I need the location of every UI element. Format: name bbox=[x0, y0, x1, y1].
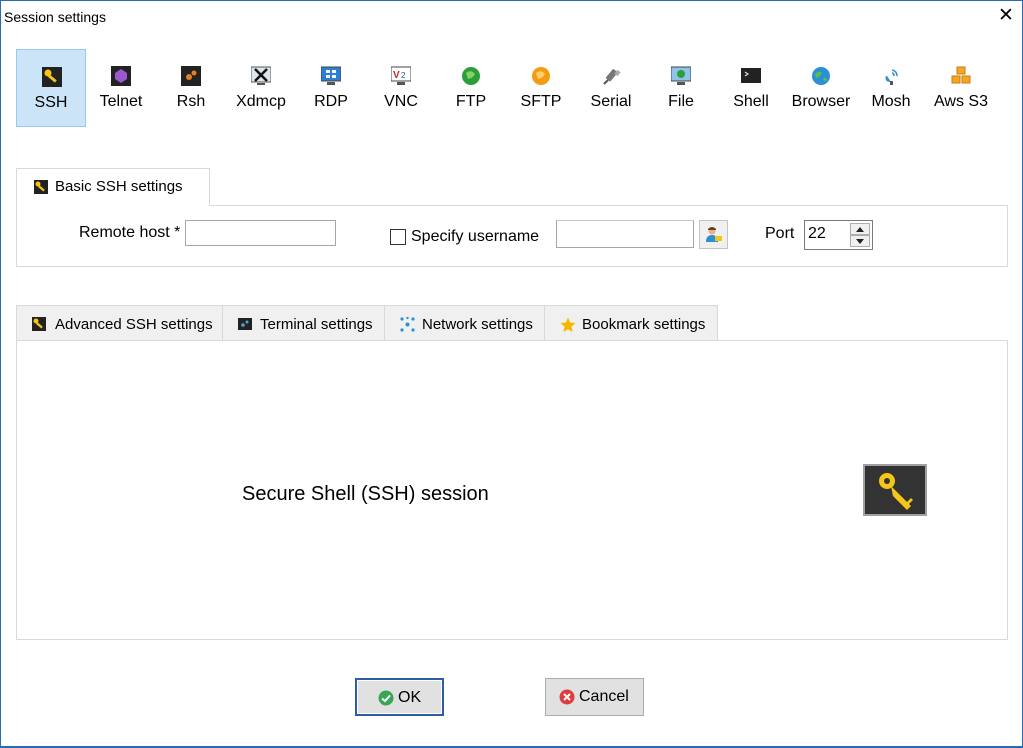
session-type-label: Aws S3 bbox=[934, 93, 988, 110]
rsh-icon bbox=[181, 66, 201, 86]
session-type-label: Rsh bbox=[176, 93, 206, 110]
telnet-icon bbox=[111, 66, 131, 86]
tab-network-settings[interactable]: Network settings bbox=[384, 305, 545, 341]
port-stepper[interactable]: 22 bbox=[804, 220, 873, 250]
session-type-label: Browser bbox=[791, 93, 851, 110]
session-type-label: RDP bbox=[314, 93, 348, 110]
user-icon bbox=[706, 227, 722, 242]
ok-button[interactable]: OK bbox=[355, 678, 444, 716]
close-button[interactable]: ✕ bbox=[996, 6, 1016, 26]
session-type-xdmcp[interactable]: Xdmcp bbox=[226, 49, 296, 127]
session-type-ftp[interactable]: FTP bbox=[436, 49, 506, 127]
session-type-label: FTP bbox=[455, 93, 487, 110]
session-type-vnc[interactable]: V2 VNC bbox=[366, 49, 436, 127]
session-type-file[interactable]: File bbox=[646, 49, 716, 127]
session-type-serial[interactable]: Serial bbox=[576, 49, 646, 127]
svg-text:2: 2 bbox=[401, 71, 406, 80]
session-type-rsh[interactable]: Rsh bbox=[156, 49, 226, 127]
shell-icon bbox=[741, 68, 761, 83]
ok-button-label: OK bbox=[398, 689, 422, 706]
session-type-label: SSH bbox=[34, 94, 68, 111]
star-icon bbox=[560, 317, 576, 332]
port-label: Port bbox=[765, 225, 795, 242]
session-type-label: Telnet bbox=[99, 93, 143, 110]
tab-label: Basic SSH settings bbox=[55, 178, 183, 195]
ftp-icon bbox=[462, 67, 480, 85]
session-type-sftp[interactable]: SFTP bbox=[506, 49, 576, 127]
session-description: Secure Shell (SSH) session bbox=[242, 483, 489, 505]
user-picker-button[interactable] bbox=[699, 220, 728, 249]
session-type-label: Serial bbox=[590, 93, 632, 110]
session-type-label: Mosh bbox=[871, 93, 911, 110]
arrow-down-icon bbox=[856, 239, 864, 244]
aws-s3-icon bbox=[951, 66, 971, 84]
specify-username-checkbox[interactable] bbox=[390, 229, 406, 245]
vnc-icon: V2 bbox=[391, 66, 411, 85]
session-type-label: Xdmcp bbox=[236, 93, 286, 110]
tab-label: Terminal settings bbox=[260, 316, 373, 333]
tab-advanced-ssh-settings[interactable]: Advanced SSH settings bbox=[16, 305, 223, 341]
xdmcp-icon bbox=[251, 66, 271, 85]
file-icon bbox=[671, 66, 691, 85]
cancel-button-label: Cancel bbox=[579, 688, 629, 705]
browser-icon bbox=[812, 67, 830, 85]
username-input[interactable] bbox=[556, 220, 694, 248]
port-decrement-button[interactable] bbox=[850, 235, 870, 247]
ssh-key-icon bbox=[34, 180, 48, 194]
rdp-icon bbox=[321, 66, 341, 85]
session-type-ssh[interactable]: SSH bbox=[16, 49, 86, 127]
cancel-button[interactable]: Cancel bbox=[545, 678, 644, 716]
mosh-icon bbox=[885, 69, 898, 85]
session-type-label: Shell bbox=[733, 93, 769, 110]
ssh-key-icon bbox=[42, 67, 62, 87]
key-icon bbox=[879, 473, 913, 510]
session-type-label: File bbox=[668, 93, 694, 110]
session-type-telnet[interactable]: Telnet bbox=[86, 49, 156, 127]
svg-text:V: V bbox=[393, 70, 400, 81]
tab-label: Network settings bbox=[422, 316, 533, 333]
tab-terminal-settings[interactable]: Terminal settings bbox=[222, 305, 385, 341]
session-type-label: SFTP bbox=[520, 93, 562, 110]
settings-panel bbox=[16, 340, 1008, 640]
arrow-up-icon bbox=[856, 227, 864, 232]
network-icon bbox=[400, 317, 415, 332]
tab-bookmark-settings[interactable]: Bookmark settings bbox=[544, 305, 718, 341]
session-type-browser[interactable]: Browser bbox=[786, 49, 856, 127]
session-type-shell[interactable]: Shell bbox=[716, 49, 786, 127]
terminal-icon bbox=[238, 318, 252, 330]
session-type-rdp[interactable]: RDP bbox=[296, 49, 366, 127]
port-increment-button[interactable] bbox=[850, 223, 870, 235]
tab-basic-ssh-settings[interactable]: Basic SSH settings bbox=[16, 168, 210, 206]
session-type-badge bbox=[863, 464, 927, 516]
sftp-icon bbox=[532, 67, 550, 85]
specify-username-label[interactable]: Specify username bbox=[411, 228, 539, 246]
serial-icon bbox=[603, 69, 621, 85]
session-type-mosh[interactable]: Mosh bbox=[856, 49, 926, 127]
tab-label: Bookmark settings bbox=[582, 316, 706, 333]
remote-host-input[interactable] bbox=[185, 220, 336, 246]
session-type-aws-s3[interactable]: Aws S3 bbox=[926, 49, 996, 127]
checkmark-icon bbox=[378, 690, 394, 706]
window-title: Session settings bbox=[4, 9, 106, 25]
port-value[interactable]: 22 bbox=[808, 225, 826, 243]
tab-label: Advanced SSH settings bbox=[55, 316, 213, 333]
cancel-icon bbox=[559, 689, 575, 705]
session-type-label: VNC bbox=[384, 93, 418, 110]
ssh-key-icon bbox=[32, 317, 46, 331]
remote-host-label: Remote host * bbox=[79, 224, 181, 241]
